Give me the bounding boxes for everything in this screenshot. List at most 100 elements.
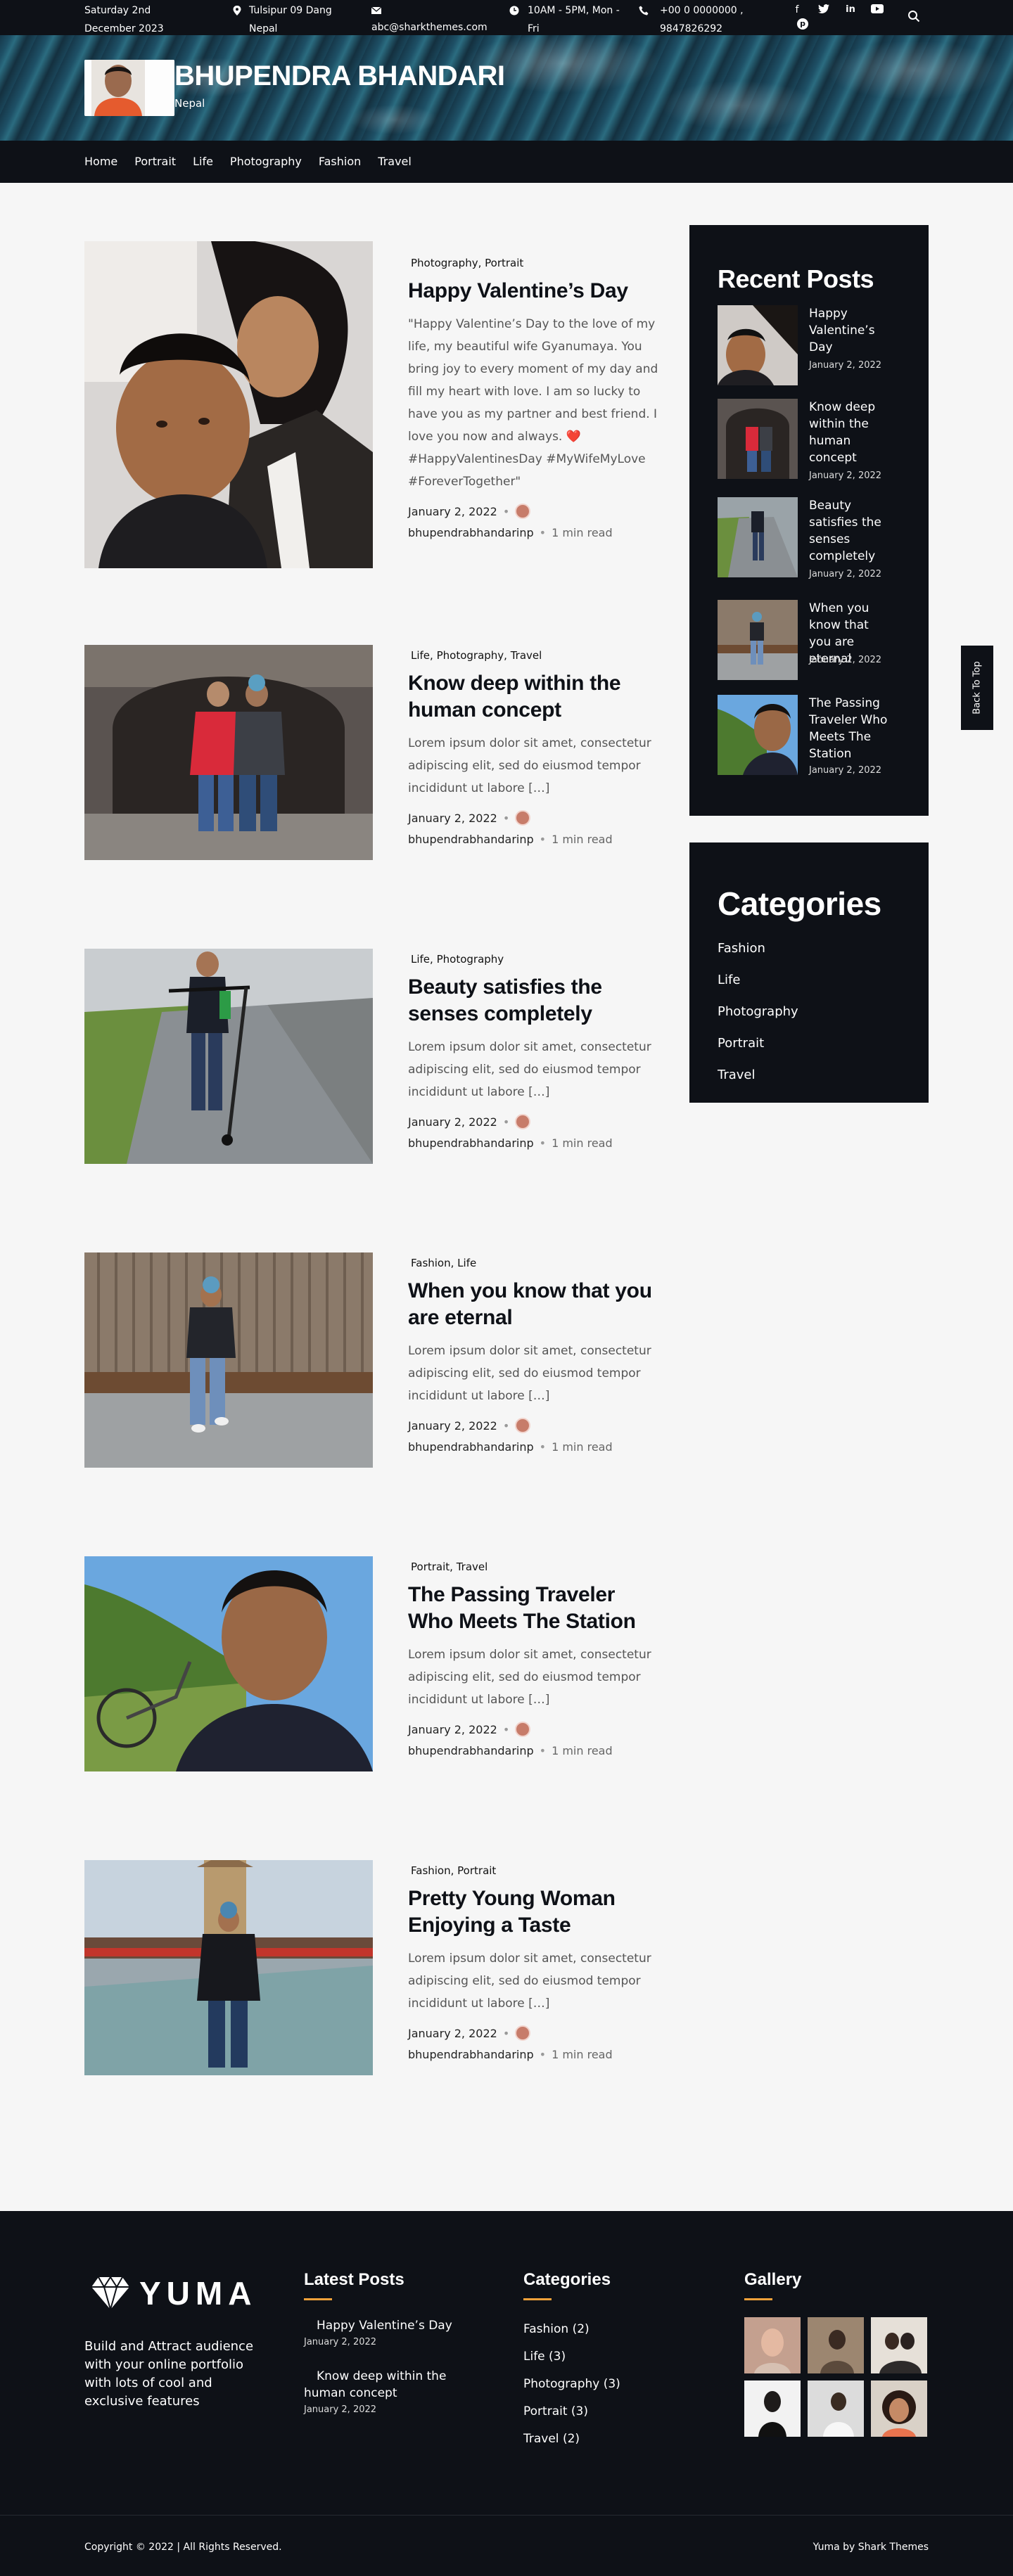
post-date[interactable]: January 2, 2022 [408, 2027, 497, 2040]
category-link[interactable]: Portrait [485, 257, 523, 269]
nav-item-photography[interactable]: Photography [230, 155, 302, 168]
footer-logo[interactable]: YUMA [91, 2274, 257, 2312]
recent-post-thumbnail[interactable] [718, 399, 798, 479]
recent-post-date: January 2, 2022 [809, 569, 882, 579]
footer-column-title: Latest Posts [304, 2270, 404, 2289]
site-logo[interactable] [84, 60, 174, 116]
youtube-icon[interactable] [871, 4, 884, 17]
footer-latest-item[interactable]: Happy Valentine’s Day January 2, 2022 [304, 2317, 473, 2351]
post-author[interactable]: bhupendrabhandarinp [408, 2048, 534, 2061]
pinterest-icon[interactable]: p [797, 18, 808, 30]
recent-post-item[interactable]: The Passing Traveler Who Meets The Stati… [718, 695, 900, 776]
footer-category-fashion[interactable]: Fashion (2) [523, 2316, 664, 2343]
post-meta: January 2, 2022 • bhupendrabhandarinp • 1 m… [408, 504, 613, 539]
category-item-portrait[interactable]: Portrait [718, 1027, 798, 1059]
post-author[interactable]: bhupendrabhandarinp [408, 1136, 534, 1150]
recent-post-title[interactable]: Happy Valentine’s Day [809, 305, 893, 356]
recent-post-thumbnail[interactable] [718, 695, 798, 775]
gallery-image[interactable] [744, 2380, 801, 2437]
post-thumbnail[interactable] [84, 949, 373, 1164]
search-icon[interactable] [907, 10, 920, 23]
gallery-image[interactable] [808, 2380, 864, 2437]
recent-post-item[interactable]: Beauty satisfies the senses completely J… [718, 497, 900, 579]
nav-item-portrait[interactable]: Portrait [134, 155, 176, 168]
category-link[interactable]: Fashion [411, 1257, 451, 1269]
twitter-icon[interactable] [817, 4, 830, 17]
gallery-image[interactable] [808, 2317, 864, 2373]
category-link[interactable]: Portrait [457, 1864, 496, 1877]
gallery-image[interactable] [871, 2380, 927, 2437]
footer-latest-item[interactable]: Know deep within the human concept Janua… [304, 2368, 473, 2418]
linkedin-icon[interactable]: in [844, 4, 857, 17]
phone[interactable]: +00 0 0000000 , 9847826292 [639, 1, 758, 38]
recent-post-thumbnail[interactable] [718, 600, 798, 680]
author-avatar [515, 1722, 531, 1737]
category-item-fashion[interactable]: Fashion [718, 933, 798, 964]
recent-post-item[interactable]: Know deep within the human concept Janua… [718, 399, 900, 481]
nav-item-travel[interactable]: Travel [378, 155, 412, 168]
post-title[interactable]: When you know that you are eternal [408, 1278, 661, 1331]
category-item-travel[interactable]: Travel [718, 1059, 798, 1091]
post-author[interactable]: bhupendrabhandarinp [408, 1440, 534, 1454]
post-date[interactable]: January 2, 2022 [408, 1115, 497, 1129]
post-categories: Fashion, Portrait [411, 1864, 497, 1877]
recent-post-item[interactable]: When you know that you are eternal Janua… [718, 600, 900, 680]
facebook-icon[interactable]: f [791, 4, 803, 17]
post-thumbnail[interactable] [84, 1556, 373, 1771]
nav-item-home[interactable]: Home [84, 155, 117, 168]
post-title[interactable]: The Passing Traveler Who Meets The Stati… [408, 1582, 661, 1635]
gallery-image[interactable] [744, 2317, 801, 2373]
post-title[interactable]: Beauty satisfies the senses completely [408, 974, 661, 1027]
footer-category-travel[interactable]: Travel (2) [523, 2426, 664, 2453]
category-link[interactable]: Portrait [411, 1561, 450, 1573]
phone-text[interactable]: +00 0 0000000 , 9847826292 [639, 1, 758, 38]
category-link[interactable]: Travel [511, 649, 542, 662]
recent-post-item[interactable]: Happy Valentine’s Day January 2, 2022 [718, 305, 900, 385]
back-to-top-button[interactable]: Back To Top [961, 646, 993, 730]
post-excerpt: Lorem ipsum dolor sit amet, consectetur … [408, 1952, 651, 2011]
post-author[interactable]: bhupendrabhandarinp [408, 1744, 534, 1757]
category-link[interactable]: Photography [437, 649, 504, 662]
gallery-image[interactable] [871, 2317, 927, 2373]
widget-title: Recent Posts [718, 264, 874, 293]
recent-post-thumbnail[interactable] [718, 497, 798, 577]
recent-post-title[interactable]: The Passing Traveler Who Meets The Stati… [809, 695, 893, 762]
site-title[interactable]: BHUPENDRA BHANDARI [174, 60, 505, 92]
category-link[interactable]: Life [411, 649, 430, 662]
footer-latest-title[interactable]: Happy Valentine’s Day [304, 2317, 473, 2334]
post-thumbnail[interactable] [84, 241, 373, 568]
post-thumbnail[interactable] [84, 645, 373, 860]
nav-item-fashion[interactable]: Fashion [319, 155, 361, 168]
post-date[interactable]: January 2, 2022 [408, 1419, 497, 1433]
category-link[interactable]: Fashion [411, 1864, 451, 1877]
category-item-photography[interactable]: Photography [718, 996, 798, 1027]
category-link[interactable]: Travel [457, 1561, 488, 1573]
category-link[interactable]: Life [411, 953, 430, 966]
footer-category-life[interactable]: Life (3) [523, 2343, 664, 2371]
category-item-life[interactable]: Life [718, 964, 798, 996]
recent-post-thumbnail[interactable] [718, 305, 798, 385]
post-thumbnail[interactable] [84, 1860, 373, 2075]
post-title[interactable]: Happy Valentine’s Day [408, 278, 661, 305]
recent-post-title[interactable]: Know deep within the human concept [809, 399, 893, 466]
post-card: Fashion, Portrait Pretty Young Woman Enj… [84, 1860, 661, 2075]
category-link[interactable]: Photography [437, 953, 504, 966]
category-link[interactable]: Photography [411, 257, 478, 269]
post-date[interactable]: January 2, 2022 [408, 1723, 497, 1736]
post-author[interactable]: bhupendrabhandarinp [408, 833, 534, 846]
nav-item-life[interactable]: Life [193, 155, 213, 168]
post-thumbnail[interactable] [84, 1252, 373, 1468]
theme-credit[interactable]: Yuma by Shark Themes [813, 2542, 929, 2553]
email-text[interactable]: abc@sharkthemes.com [371, 1, 498, 37]
post-date[interactable]: January 2, 2022 [408, 812, 497, 825]
category-link[interactable]: Life [457, 1257, 476, 1269]
post-title[interactable]: Pretty Young Woman Enjoying a Taste [408, 1885, 661, 1939]
post-date[interactable]: January 2, 2022 [408, 505, 497, 518]
footer-category-photography[interactable]: Photography (3) [523, 2371, 664, 2398]
recent-post-title[interactable]: Beauty satisfies the senses completely [809, 497, 893, 565]
post-title[interactable]: Know deep within the human concept [408, 670, 661, 724]
post-author[interactable]: bhupendrabhandarinp [408, 526, 534, 539]
footer-category-portrait[interactable]: Portrait (3) [523, 2398, 664, 2426]
email[interactable]: abc@sharkthemes.com [371, 1, 498, 37]
footer-latest-title[interactable]: Know deep within the human concept [304, 2368, 473, 2402]
